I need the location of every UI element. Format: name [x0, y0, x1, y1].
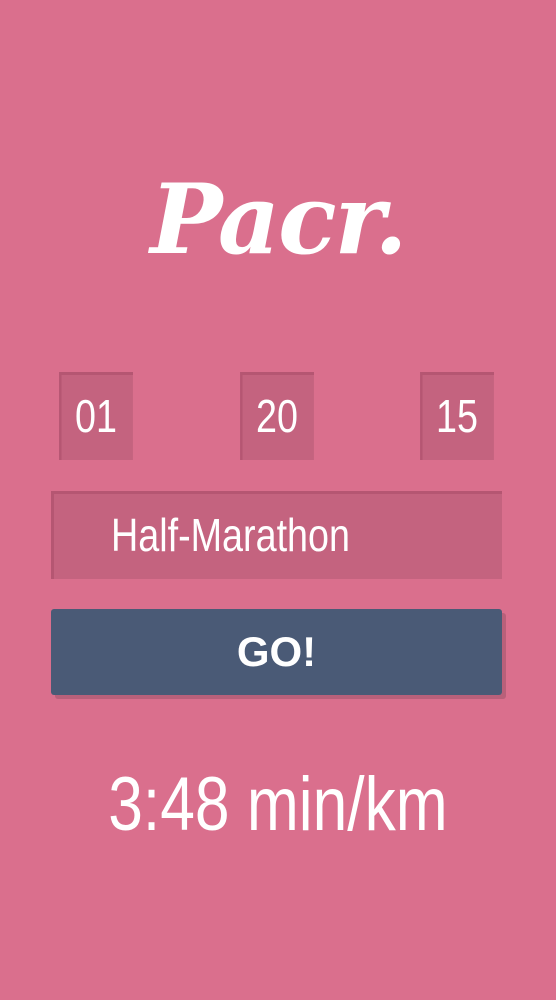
pace-result: 3:48 min/km — [0, 755, 556, 855]
seconds-input[interactable]: 15 — [420, 372, 494, 460]
seconds-value: 15 — [436, 390, 478, 442]
hours-input[interactable]: 01 — [59, 372, 133, 460]
app-logo: Pacr. — [150, 163, 407, 276]
distance-selected-label: Half-Marathon — [111, 509, 350, 561]
hours-value: 01 — [75, 390, 117, 442]
pace-result-text: 3:48 min/km — [108, 762, 448, 847]
minutes-value: 20 — [256, 390, 298, 442]
go-button[interactable]: GO! — [51, 609, 502, 695]
distance-select[interactable]: Half-Marathon — [51, 491, 502, 579]
minutes-input[interactable]: 20 — [240, 372, 314, 460]
